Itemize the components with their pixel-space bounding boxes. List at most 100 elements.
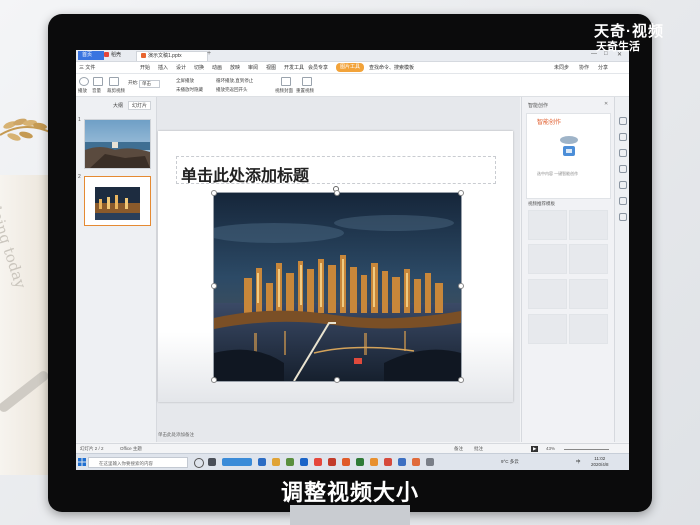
play-button[interactable]: 播放 xyxy=(78,88,87,94)
template-tile[interactable] xyxy=(569,279,608,309)
smart-creation-illustration xyxy=(560,136,578,156)
app-icon[interactable] xyxy=(412,458,420,466)
windows-start-icon[interactable] xyxy=(78,458,86,466)
tab-document[interactable]: 演示文稿1.pptx xyxy=(136,51,208,61)
start-select[interactable]: 单击 xyxy=(139,80,160,88)
menu-picture-tools[interactable]: 图片工具 xyxy=(336,63,365,72)
notes-button[interactable]: 备注 xyxy=(454,446,463,452)
notes-area[interactable]: 单击此处添加备注 xyxy=(158,432,520,441)
resize-handle-right[interactable] xyxy=(458,283,464,289)
menu-home[interactable]: 开始 xyxy=(140,64,150,71)
docer-icon xyxy=(104,52,109,58)
wps-icon[interactable] xyxy=(314,458,322,466)
app-icon[interactable] xyxy=(426,458,434,466)
template-tile[interactable] xyxy=(528,210,567,240)
video-cover-button[interactable]: 视频封面 xyxy=(275,88,293,94)
template-tile[interactable] xyxy=(528,244,567,274)
reset-video-button[interactable]: 重置视频 xyxy=(296,88,314,94)
resize-handle-bottom[interactable] xyxy=(334,377,340,383)
spreadsheet-icon[interactable] xyxy=(356,458,364,466)
menu-slideshow[interactable]: 放映 xyxy=(230,64,240,71)
tab-docer[interactable]: 稻壳 xyxy=(100,51,138,60)
animation-icon[interactable] xyxy=(619,149,627,157)
property-icon[interactable] xyxy=(619,133,627,141)
menu-insert[interactable]: 插入 xyxy=(158,64,168,71)
task-view-icon[interactable] xyxy=(208,458,216,466)
city-night-image[interactable] xyxy=(213,192,462,382)
app-icon[interactable] xyxy=(370,458,378,466)
app-icon[interactable] xyxy=(398,458,406,466)
video-cover-icon[interactable] xyxy=(281,77,291,86)
word-icon[interactable] xyxy=(300,458,308,466)
volume-button[interactable]: 音量 xyxy=(92,88,101,94)
play-slideshow-icon[interactable]: ▶ xyxy=(531,446,539,452)
add-tab-button[interactable]: + xyxy=(207,50,211,57)
watermark-logo: 天奇·视频 天奇生活 xyxy=(594,20,684,54)
sync-status[interactable]: 未同步 xyxy=(554,64,569,71)
running-app-icon[interactable] xyxy=(222,458,252,466)
settings-icon[interactable] xyxy=(619,213,627,221)
menu-design[interactable]: 设计 xyxy=(176,64,186,71)
resize-handle-left[interactable] xyxy=(211,283,217,289)
zoom-slider[interactable] xyxy=(564,449,609,450)
taskbar-search-input[interactable]: 在这里输入你要搜索的内容 xyxy=(88,457,188,468)
monitor-stand xyxy=(290,505,410,525)
smart-creation-note: 选中内容 一键智能创作 xyxy=(537,171,579,176)
screen: 首页 稻壳 演示文稿1.pptx + — □ ✕ 三 文件 开始 插入 设计 切… xyxy=(76,50,629,470)
app-icon[interactable] xyxy=(384,458,392,466)
slide-thumbnail-2[interactable] xyxy=(84,176,151,226)
template-tile[interactable] xyxy=(569,244,608,274)
resize-handle-top-left[interactable] xyxy=(211,190,217,196)
slide-canvas[interactable]: 单击此处添加标题 xyxy=(158,131,513,402)
template-tile[interactable] xyxy=(528,279,567,309)
store-icon[interactable] xyxy=(286,458,294,466)
shape-icon[interactable] xyxy=(619,165,627,173)
slide-thumbnail-1[interactable] xyxy=(84,119,151,169)
menu-review[interactable]: 审阅 xyxy=(248,64,258,71)
select-icon[interactable] xyxy=(619,117,627,125)
edge-icon[interactable] xyxy=(258,458,266,466)
menu-file[interactable]: 三 文件 xyxy=(79,64,95,71)
zoom-level: 43% xyxy=(546,446,556,451)
pane-close-icon[interactable]: ✕ xyxy=(604,101,608,107)
search-commands[interactable]: 查找命令、搜索模板 xyxy=(369,64,414,71)
clock[interactable]: 11:02 2020/4/8 xyxy=(591,456,609,468)
fullscreen-checkbox[interactable]: 全屏播放 xyxy=(176,78,194,84)
menu-animation[interactable]: 动画 xyxy=(212,64,222,71)
reset-video-icon[interactable] xyxy=(302,77,312,86)
crop-video-icon[interactable] xyxy=(109,77,119,86)
title-placeholder-box[interactable]: 单击此处添加标题 xyxy=(176,156,496,185)
rewind-after-play-checkbox[interactable]: 播放完返回开头 xyxy=(216,87,248,93)
presentation-icon[interactable] xyxy=(342,458,350,466)
resize-handle-top-right[interactable] xyxy=(458,190,464,196)
comments-button[interactable]: 批注 xyxy=(474,446,483,452)
cortana-icon[interactable] xyxy=(194,458,204,468)
resize-handle-top[interactable] xyxy=(334,190,340,196)
tab-slides[interactable]: 幻灯片 xyxy=(128,101,152,110)
input-language[interactable]: 中 xyxy=(576,459,581,465)
resize-handle-bottom-left[interactable] xyxy=(211,377,217,383)
menu-transition[interactable]: 切换 xyxy=(194,64,204,71)
wps-writer-icon[interactable] xyxy=(328,458,336,466)
crop-video-button[interactable]: 裁剪视频 xyxy=(107,88,125,94)
loop-checkbox[interactable]: 循环播放,直到停止 xyxy=(216,78,253,84)
template-tile[interactable] xyxy=(569,210,608,240)
play-icon[interactable] xyxy=(79,77,89,86)
resize-handle-bottom-right[interactable] xyxy=(458,377,464,383)
hide-when-not-playing-checkbox[interactable]: 未播放时隐藏 xyxy=(176,87,203,93)
menu-view[interactable]: 视图 xyxy=(266,64,276,71)
share-button[interactable]: 分享 xyxy=(598,64,608,71)
weather-status[interactable]: 9°C 多云 xyxy=(501,459,519,465)
taskbar: 在这里输入你要搜索的内容 9°C 多云 中 11:02 2020/4/8 xyxy=(76,453,629,470)
tab-outline[interactable]: 大纲 xyxy=(110,102,126,109)
collaborate-button[interactable]: 协作 xyxy=(579,64,589,71)
template-tile[interactable] xyxy=(569,314,608,344)
tab-label: 首页 xyxy=(82,52,93,58)
volume-icon[interactable] xyxy=(93,77,103,86)
menu-member[interactable]: 会员专享 xyxy=(308,64,328,71)
backup-icon[interactable] xyxy=(619,181,627,189)
menu-developer[interactable]: 开发工具 xyxy=(284,64,304,71)
share-icon[interactable] xyxy=(619,197,627,205)
template-tile[interactable] xyxy=(528,314,567,344)
explorer-icon[interactable] xyxy=(272,458,280,466)
